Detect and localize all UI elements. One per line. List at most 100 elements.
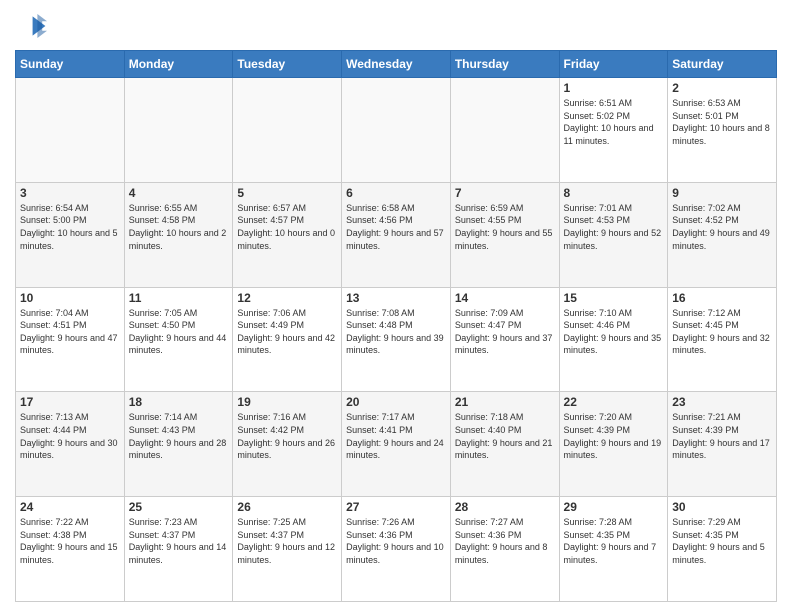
day-info: Sunrise: 7:28 AM Sunset: 4:35 PM Dayligh… xyxy=(564,516,664,566)
weekday-header-wednesday: Wednesday xyxy=(342,51,451,78)
weekday-header-tuesday: Tuesday xyxy=(233,51,342,78)
calendar-cell: 11 Sunrise: 7:05 AM Sunset: 4:50 PM Dayli… xyxy=(124,287,233,392)
day-number: 22 xyxy=(564,395,664,409)
calendar-cell: 19 Sunrise: 7:16 AM Sunset: 4:42 PM Dayli… xyxy=(233,392,342,497)
calendar-week-3: 10Sunrise: 7:04 AM Sunset: 4:51 PM Dayli… xyxy=(16,287,777,392)
day-number: 30 xyxy=(672,500,772,514)
calendar-cell: 30 Sunrise: 7:29 AM Sunset: 4:35 PM Dayli… xyxy=(668,497,777,602)
day-info: Sunrise: 7:20 AM Sunset: 4:39 PM Dayligh… xyxy=(564,411,664,461)
page: SundayMondayTuesdayWednesdayThursdayFrid… xyxy=(0,0,792,612)
day-info: Sunrise: 6:53 AM Sunset: 5:01 PM Dayligh… xyxy=(672,97,772,147)
calendar-cell: 14 Sunrise: 7:09 AM Sunset: 4:47 PM Dayli… xyxy=(450,287,559,392)
day-info: Sunrise: 7:12 AM Sunset: 4:45 PM Dayligh… xyxy=(672,307,772,357)
day-number: 24 xyxy=(20,500,120,514)
day-info: Sunrise: 7:25 AM Sunset: 4:37 PM Dayligh… xyxy=(237,516,337,566)
calendar-header: SundayMondayTuesdayWednesdayThursdayFrid… xyxy=(16,51,777,78)
calendar-cell: 21 Sunrise: 7:18 AM Sunset: 4:40 PM Dayli… xyxy=(450,392,559,497)
day-number: 20 xyxy=(346,395,446,409)
day-number: 7 xyxy=(455,186,555,200)
calendar-cell: 9 Sunrise: 7:02 AM Sunset: 4:52 PM Daylig… xyxy=(668,182,777,287)
calendar-cell xyxy=(342,78,451,183)
day-info: Sunrise: 7:23 AM Sunset: 4:37 PM Dayligh… xyxy=(129,516,229,566)
calendar-cell: 5 Sunrise: 6:57 AM Sunset: 4:57 PM Daylig… xyxy=(233,182,342,287)
day-info: Sunrise: 7:02 AM Sunset: 4:52 PM Dayligh… xyxy=(672,202,772,252)
calendar-cell: 16Sunrise: 7:12 AM Sunset: 4:45 PM Dayli… xyxy=(668,287,777,392)
weekday-header-thursday: Thursday xyxy=(450,51,559,78)
day-number: 15 xyxy=(564,291,664,305)
day-info: Sunrise: 7:29 AM Sunset: 4:35 PM Dayligh… xyxy=(672,516,772,566)
calendar-cell: 28Sunrise: 7:27 AM Sunset: 4:36 PM Dayli… xyxy=(450,497,559,602)
calendar-table: SundayMondayTuesdayWednesdayThursdayFrid… xyxy=(15,50,777,602)
calendar-week-1: 1 Sunrise: 6:51 AM Sunset: 5:02 PM Daylig… xyxy=(16,78,777,183)
day-info: Sunrise: 7:10 AM Sunset: 4:46 PM Dayligh… xyxy=(564,307,664,357)
weekday-header-row: SundayMondayTuesdayWednesdayThursdayFrid… xyxy=(16,51,777,78)
calendar-cell: 8 Sunrise: 7:01 AM Sunset: 4:53 PM Daylig… xyxy=(559,182,668,287)
day-number: 3 xyxy=(20,186,120,200)
day-info: Sunrise: 7:21 AM Sunset: 4:39 PM Dayligh… xyxy=(672,411,772,461)
day-number: 29 xyxy=(564,500,664,514)
calendar-cell xyxy=(233,78,342,183)
logo-icon xyxy=(15,10,47,42)
day-info: Sunrise: 7:09 AM Sunset: 4:47 PM Dayligh… xyxy=(455,307,555,357)
calendar-cell: 15 Sunrise: 7:10 AM Sunset: 4:46 PM Dayli… xyxy=(559,287,668,392)
day-number: 13 xyxy=(346,291,446,305)
day-info: Sunrise: 6:58 AM Sunset: 4:56 PM Dayligh… xyxy=(346,202,446,252)
calendar-week-2: 3 Sunrise: 6:54 AM Sunset: 5:00 PM Daylig… xyxy=(16,182,777,287)
calendar-cell: 1 Sunrise: 6:51 AM Sunset: 5:02 PM Daylig… xyxy=(559,78,668,183)
day-number: 19 xyxy=(237,395,337,409)
calendar-cell xyxy=(16,78,125,183)
weekday-header-saturday: Saturday xyxy=(668,51,777,78)
calendar-cell: 26Sunrise: 7:25 AM Sunset: 4:37 PM Dayli… xyxy=(233,497,342,602)
day-number: 21 xyxy=(455,395,555,409)
calendar-cell: 20 Sunrise: 7:17 AM Sunset: 4:41 PM Dayli… xyxy=(342,392,451,497)
calendar-cell: 6 Sunrise: 6:58 AM Sunset: 4:56 PM Daylig… xyxy=(342,182,451,287)
calendar-cell xyxy=(450,78,559,183)
day-number: 27 xyxy=(346,500,446,514)
day-info: Sunrise: 7:13 AM Sunset: 4:44 PM Dayligh… xyxy=(20,411,120,461)
day-info: Sunrise: 6:51 AM Sunset: 5:02 PM Dayligh… xyxy=(564,97,664,147)
day-info: Sunrise: 6:54 AM Sunset: 5:00 PM Dayligh… xyxy=(20,202,120,252)
weekday-header-sunday: Sunday xyxy=(16,51,125,78)
day-info: Sunrise: 7:01 AM Sunset: 4:53 PM Dayligh… xyxy=(564,202,664,252)
day-number: 11 xyxy=(129,291,229,305)
calendar-cell: 7 Sunrise: 6:59 AM Sunset: 4:55 PM Daylig… xyxy=(450,182,559,287)
calendar-cell: 4 Sunrise: 6:55 AM Sunset: 4:58 PM Daylig… xyxy=(124,182,233,287)
day-info: Sunrise: 7:04 AM Sunset: 4:51 PM Dayligh… xyxy=(20,307,120,357)
day-info: Sunrise: 7:26 AM Sunset: 4:36 PM Dayligh… xyxy=(346,516,446,566)
day-info: Sunrise: 6:57 AM Sunset: 4:57 PM Dayligh… xyxy=(237,202,337,252)
day-info: Sunrise: 7:16 AM Sunset: 4:42 PM Dayligh… xyxy=(237,411,337,461)
calendar-cell: 3 Sunrise: 6:54 AM Sunset: 5:00 PM Daylig… xyxy=(16,182,125,287)
day-number: 2 xyxy=(672,81,772,95)
day-info: Sunrise: 7:06 AM Sunset: 4:49 PM Dayligh… xyxy=(237,307,337,357)
calendar-cell: 10Sunrise: 7:04 AM Sunset: 4:51 PM Dayli… xyxy=(16,287,125,392)
calendar-cell: 25 Sunrise: 7:23 AM Sunset: 4:37 PM Dayli… xyxy=(124,497,233,602)
day-info: Sunrise: 7:22 AM Sunset: 4:38 PM Dayligh… xyxy=(20,516,120,566)
calendar-cell: 22 Sunrise: 7:20 AM Sunset: 4:39 PM Dayli… xyxy=(559,392,668,497)
day-number: 6 xyxy=(346,186,446,200)
calendar-cell: 29 Sunrise: 7:28 AM Sunset: 4:35 PM Dayli… xyxy=(559,497,668,602)
day-info: Sunrise: 6:55 AM Sunset: 4:58 PM Dayligh… xyxy=(129,202,229,252)
day-number: 14 xyxy=(455,291,555,305)
logo xyxy=(15,10,51,42)
day-info: Sunrise: 6:59 AM Sunset: 4:55 PM Dayligh… xyxy=(455,202,555,252)
day-number: 25 xyxy=(129,500,229,514)
day-number: 23 xyxy=(672,395,772,409)
calendar-cell: 17Sunrise: 7:13 AM Sunset: 4:44 PM Dayli… xyxy=(16,392,125,497)
day-number: 4 xyxy=(129,186,229,200)
calendar-week-4: 17Sunrise: 7:13 AM Sunset: 4:44 PM Dayli… xyxy=(16,392,777,497)
calendar-cell: 23 Sunrise: 7:21 AM Sunset: 4:39 PM Dayli… xyxy=(668,392,777,497)
calendar-cell xyxy=(124,78,233,183)
day-number: 5 xyxy=(237,186,337,200)
day-info: Sunrise: 7:18 AM Sunset: 4:40 PM Dayligh… xyxy=(455,411,555,461)
day-info: Sunrise: 7:05 AM Sunset: 4:50 PM Dayligh… xyxy=(129,307,229,357)
calendar-cell: 2 Sunrise: 6:53 AM Sunset: 5:01 PM Daylig… xyxy=(668,78,777,183)
calendar-cell: 24 Sunrise: 7:22 AM Sunset: 4:38 PM Dayli… xyxy=(16,497,125,602)
day-number: 8 xyxy=(564,186,664,200)
calendar-cell: 12Sunrise: 7:06 AM Sunset: 4:49 PM Dayli… xyxy=(233,287,342,392)
calendar-body: 1 Sunrise: 6:51 AM Sunset: 5:02 PM Daylig… xyxy=(16,78,777,602)
day-number: 1 xyxy=(564,81,664,95)
weekday-header-friday: Friday xyxy=(559,51,668,78)
day-info: Sunrise: 7:17 AM Sunset: 4:41 PM Dayligh… xyxy=(346,411,446,461)
calendar-cell: 18Sunrise: 7:14 AM Sunset: 4:43 PM Dayli… xyxy=(124,392,233,497)
day-number: 9 xyxy=(672,186,772,200)
